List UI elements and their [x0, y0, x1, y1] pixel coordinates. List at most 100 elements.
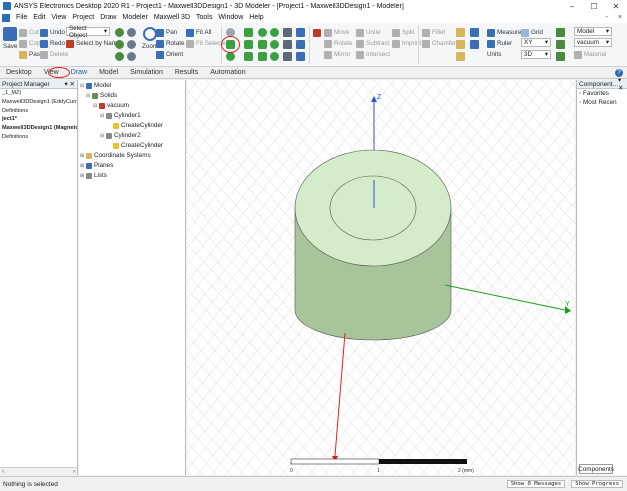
subtract-button[interactable]: Subtract: [356, 39, 389, 48]
draw-arc-icon[interactable]: [283, 28, 292, 37]
tree-item-lists[interactable]: ⊞ Lists: [80, 171, 107, 180]
panel-controls-icon[interactable]: ▾ ✕: [64, 80, 75, 88]
menu-modeler[interactable]: Modeler: [120, 14, 151, 21]
model-dropdown[interactable]: Model ▾: [574, 27, 612, 36]
rotate-object-button[interactable]: Rotate: [324, 39, 353, 48]
components-item-most-recent[interactable]: ▪ Most Recen: [577, 98, 627, 107]
doc-close-button[interactable]: ×: [613, 14, 627, 21]
tree-item-model[interactable]: ⊟ Model: [80, 81, 111, 90]
tree-item-createcylinder-1[interactable]: CreateCylinder: [113, 121, 163, 130]
draw-equation-icon[interactable]: [283, 52, 292, 61]
material-dropdown[interactable]: vacuum ▾: [574, 38, 612, 47]
redo-button[interactable]: Redo: [40, 39, 65, 48]
close-button[interactable]: ✕: [605, 0, 627, 12]
doc-minimize-button[interactable]: -: [601, 14, 613, 21]
plane-icon[interactable]: [470, 40, 479, 49]
show-progress-button[interactable]: Show Progress: [571, 480, 623, 488]
project-tree-item[interactable]: Maxwell3DDesign1 (EddyCurrent): [0, 98, 77, 107]
draw-sphere-icon[interactable]: [226, 52, 235, 61]
model-tool-icon-6[interactable]: [127, 52, 136, 61]
orient-button[interactable]: Orient: [156, 50, 183, 59]
draw-circle-icon[interactable]: [270, 28, 279, 37]
pan-button[interactable]: Pan: [156, 28, 177, 37]
units-button[interactable]: Units: [487, 50, 501, 59]
draw-polygon-icon[interactable]: [258, 40, 267, 49]
measure-button[interactable]: Measure▾: [487, 28, 525, 37]
menu-help[interactable]: Help: [246, 14, 266, 21]
thicken-icon[interactable]: [296, 52, 305, 61]
plane-dropdown[interactable]: XY ▾: [521, 38, 551, 47]
grid-button[interactable]: Grid: [521, 28, 543, 37]
menu-file[interactable]: File: [13, 14, 30, 21]
face-cs-icon[interactable]: [456, 40, 465, 49]
tree-item-coordinate-systems[interactable]: ⊞ Coordinate Systems: [80, 151, 151, 160]
project-tree-item[interactable]: ject1*: [0, 115, 77, 124]
draw-box-icon[interactable]: [244, 28, 253, 37]
object-cs-icon[interactable]: [456, 52, 465, 61]
minimize-button[interactable]: –: [561, 0, 583, 12]
model-tool-icon-1[interactable]: [115, 28, 124, 37]
app-menu-icon[interactable]: [2, 13, 10, 22]
scroll-left-icon[interactable]: ‹: [2, 469, 4, 475]
draw-ellipse-icon[interactable]: [270, 40, 279, 49]
draw-helix-icon[interactable]: [258, 52, 267, 61]
sweep-icon[interactable]: [296, 40, 305, 49]
menu-project[interactable]: Project: [69, 14, 97, 21]
menu-maxwell3d[interactable]: Maxwell 3D: [151, 14, 193, 21]
save-button[interactable]: Save: [3, 27, 17, 50]
mirror-button[interactable]: Mirror: [324, 50, 350, 59]
project-manager-scrollbar[interactable]: ‹ ›: [0, 467, 77, 475]
model-icon[interactable]: [556, 28, 565, 37]
menu-view[interactable]: View: [48, 14, 69, 21]
scroll-right-icon[interactable]: ›: [73, 469, 75, 475]
move-button[interactable]: Move: [324, 28, 349, 37]
draw-spiral-icon[interactable]: [270, 52, 279, 61]
ruler-button[interactable]: Ruler: [487, 39, 512, 48]
draw-rectangle-icon[interactable]: [258, 28, 267, 37]
components-tab[interactable]: Components: [578, 464, 614, 474]
tab-simulation[interactable]: Simulation: [124, 69, 169, 76]
project-tree-item[interactable]: Maxwell3DDesign1 (Magnetostatic): [0, 124, 77, 133]
panel-controls-icon[interactable]: ▾ ✕: [618, 76, 625, 92]
viewport-canvas[interactable]: Z Y 0 1 2 (mm): [187, 80, 575, 475]
intersect-button[interactable]: Intersect: [356, 50, 390, 59]
model-tool-icon-4[interactable]: [127, 40, 136, 49]
tree-item-createcylinder-2[interactable]: CreateCylinder: [113, 141, 163, 150]
draw-spline-icon[interactable]: [283, 40, 292, 49]
imprint-button[interactable]: Imprint: [392, 39, 421, 48]
maximize-button[interactable]: ☐: [583, 0, 605, 12]
project-tree-item[interactable]: Definitions: [0, 107, 77, 116]
tree-item-solids[interactable]: ⊟ Solids: [86, 91, 117, 100]
cut-button[interactable]: Cut: [19, 28, 39, 37]
tab-desktop[interactable]: Desktop: [0, 69, 38, 76]
tree-item-vacuum[interactable]: ⊟ vacuum: [93, 101, 129, 110]
tab-automation[interactable]: Automation: [204, 69, 251, 76]
menu-tools[interactable]: Tools: [193, 14, 215, 21]
material-button[interactable]: Material: [574, 50, 606, 59]
select-by-name-button[interactable]: Select by Name: [66, 39, 120, 48]
radiation-button[interactable]: [313, 28, 323, 37]
menu-window[interactable]: Window: [215, 14, 246, 21]
tab-results[interactable]: Results: [169, 69, 204, 76]
select-mode-dropdown[interactable]: Select Object ▾: [66, 25, 110, 39]
color-icon[interactable]: [556, 52, 565, 61]
undo-button[interactable]: Undo: [40, 28, 65, 37]
split-button[interactable]: Split: [392, 28, 414, 37]
tab-model[interactable]: Model: [93, 69, 124, 76]
unite-button[interactable]: Unite: [356, 28, 381, 37]
show-messages-button[interactable]: Show 0 Messages: [506, 480, 566, 488]
menu-draw[interactable]: Draw: [97, 14, 119, 21]
snap-icon[interactable]: [470, 28, 479, 37]
delete-button[interactable]: Delete: [40, 50, 68, 59]
model-tool-icon-2[interactable]: [127, 28, 136, 37]
tree-item-cylinder2[interactable]: ⊟ Cylinder2: [100, 131, 141, 140]
draw-point-icon[interactable]: [296, 28, 305, 37]
fillet-button[interactable]: Fillet: [422, 28, 445, 37]
tree-item-planes[interactable]: ⊞ Planes: [80, 161, 113, 170]
draw-torus-icon[interactable]: [244, 52, 253, 61]
chamfer-button[interactable]: Chamfer: [422, 39, 456, 48]
menu-edit[interactable]: Edit: [30, 14, 48, 21]
dimension-dropdown[interactable]: 3D ▾: [521, 50, 551, 59]
rotate-view-button[interactable]: Rotate: [156, 39, 185, 48]
material-icon[interactable]: [556, 40, 565, 49]
